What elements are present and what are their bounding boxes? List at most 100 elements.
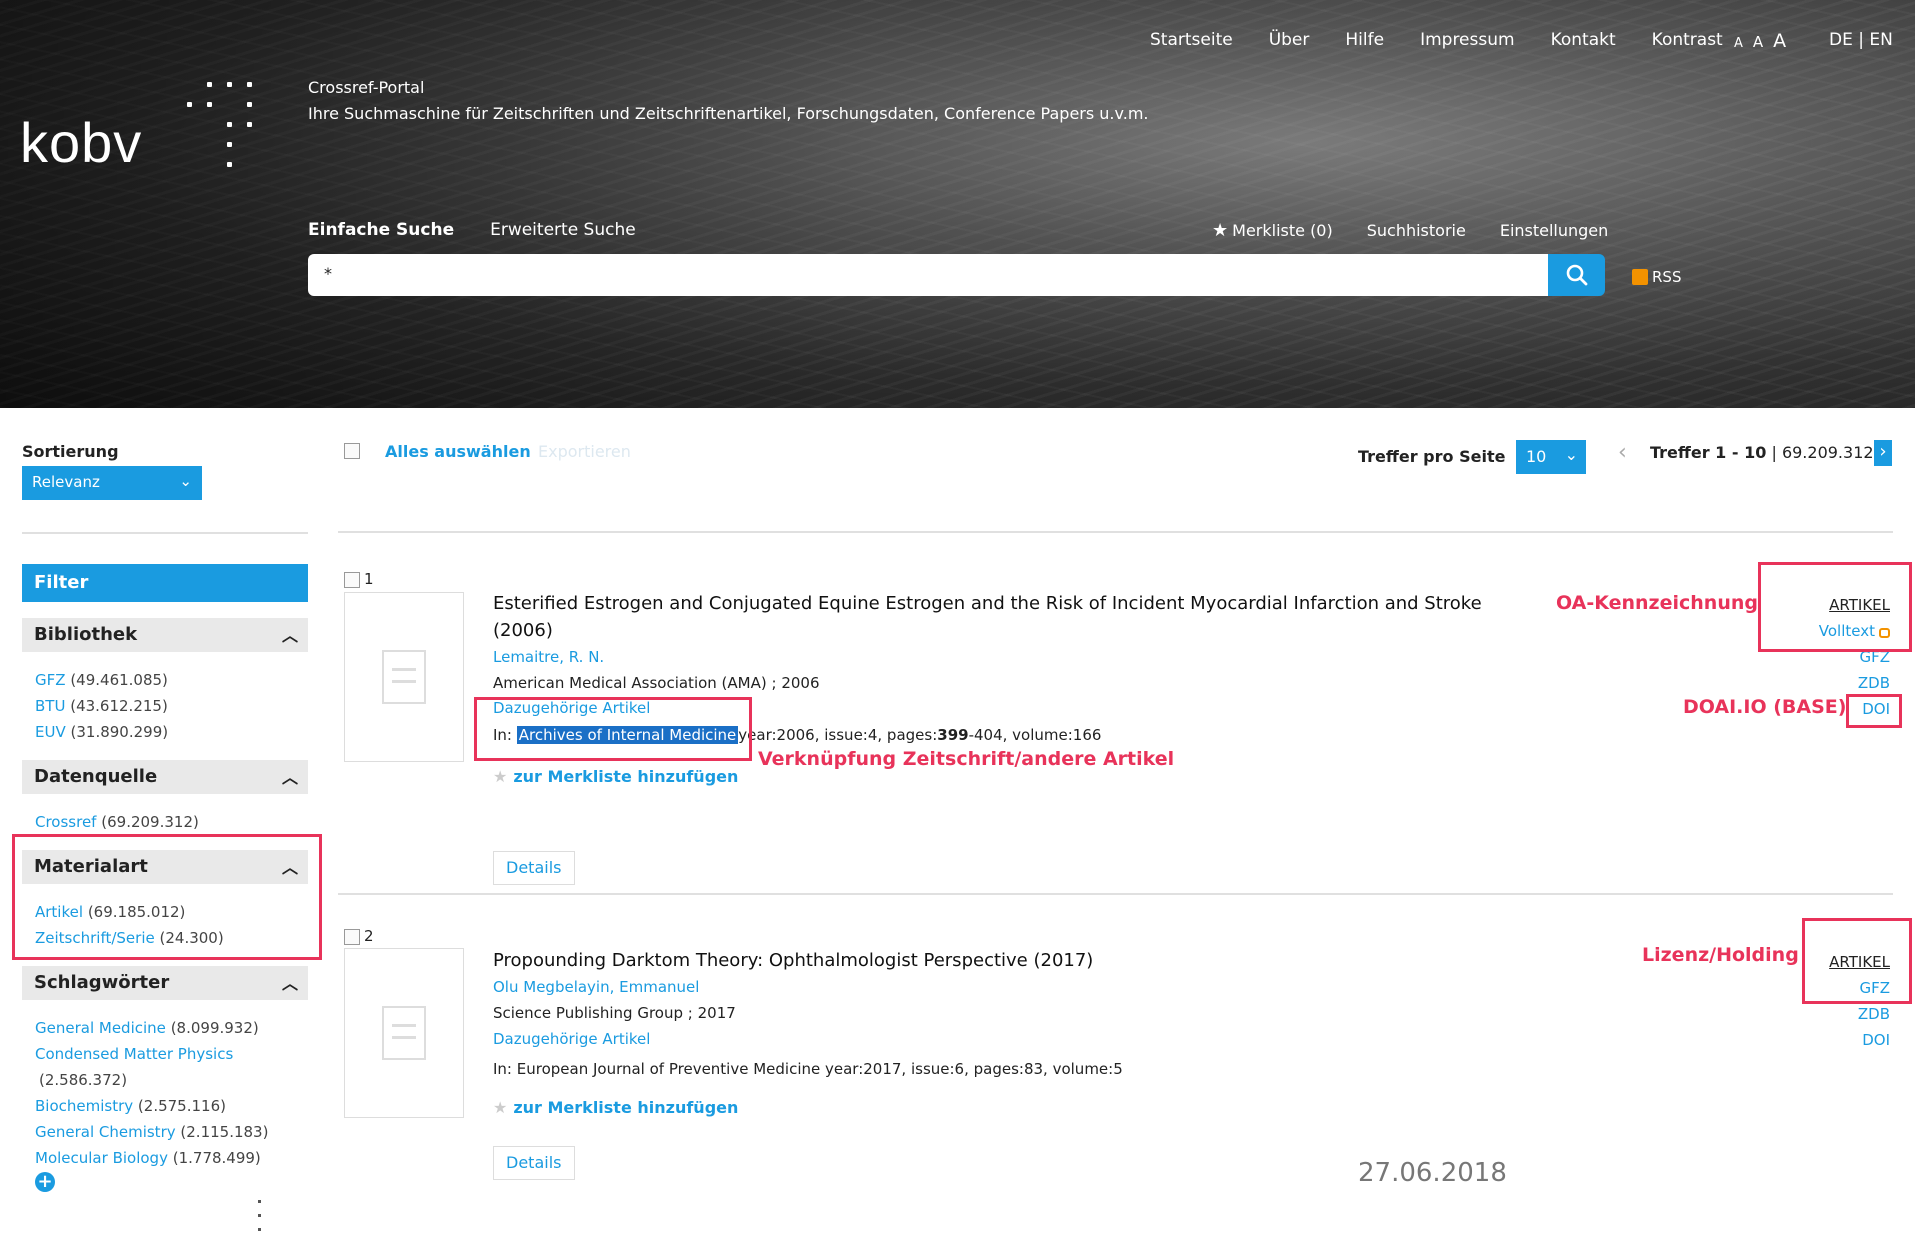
star-icon: ★ xyxy=(1212,220,1229,241)
result-range-text: Treffer 1 - 10 xyxy=(1650,443,1767,462)
nav-kontrast[interactable]: Kontrast xyxy=(1652,30,1723,50)
rss-icon xyxy=(1632,269,1648,285)
result-number: 1 xyxy=(364,570,374,588)
add-to-merkliste[interactable]: ★ zur Merkliste hinzufügen xyxy=(493,767,738,786)
facet-datenquelle-list: Crossref (69.209.312) xyxy=(35,809,199,835)
facet-item[interactable]: BTU (43.612.215) xyxy=(35,693,168,719)
annotation-box-journal xyxy=(474,697,752,761)
result-checkbox[interactable] xyxy=(344,572,360,588)
related-articles-link[interactable]: Dazugehörige Artikel xyxy=(493,1030,650,1048)
portal-subtitle: Ihre Suchmaschine für Zeitschriften und … xyxy=(308,104,1149,123)
filter-heading: Filter xyxy=(22,564,308,602)
font-size-small[interactable]: A xyxy=(1734,36,1743,51)
merkliste-link[interactable]: ★ Merkliste (0) xyxy=(1212,220,1333,241)
result-author[interactable]: Lemaitre, R. N. xyxy=(493,648,604,666)
rss-link[interactable]: RSS xyxy=(1632,268,1681,286)
star-icon: ★ xyxy=(493,1098,508,1117)
facet-schlagwoerter-header[interactable]: Schlagwörter ︿ xyxy=(22,966,308,1000)
facet-bibliothek-list: GFZ (49.461.085) BTU (43.612.215) EUV (3… xyxy=(35,667,168,745)
sort-value: Relevanz xyxy=(32,473,100,491)
details-button[interactable]: Details xyxy=(493,1146,575,1180)
search-button[interactable] xyxy=(1548,254,1605,296)
chevron-up-icon: ︿ xyxy=(281,626,298,645)
facet-datenquelle-header[interactable]: Datenquelle ︿ xyxy=(22,760,308,794)
facet-bibliothek-header[interactable]: Bibliothek ︿ xyxy=(22,618,308,652)
facet-item[interactable]: Biochemistry (2.575.116) xyxy=(35,1093,268,1119)
divider xyxy=(338,531,1893,533)
nav-ueber[interactable]: Über xyxy=(1269,30,1310,50)
select-all-link[interactable]: Alles auswählen xyxy=(385,442,531,461)
result-author[interactable]: Olu Megbelayin, Emmanuel xyxy=(493,978,699,996)
prev-page-icon[interactable]: ‹ xyxy=(1618,440,1627,465)
annotation-box-oa xyxy=(1758,562,1912,652)
facet-title: Schlagwörter xyxy=(34,972,170,993)
annotation-box-lizenz xyxy=(1802,918,1912,1004)
document-icon xyxy=(382,650,426,704)
font-size-controls: A A A xyxy=(1734,30,1786,52)
header-banner: Startseite Über Hilfe Impressum Kontakt … xyxy=(0,0,1915,408)
divider xyxy=(22,532,308,534)
nav-startseite[interactable]: Startseite xyxy=(1150,30,1233,50)
tab-einfache-suche[interactable]: Einfache Suche xyxy=(308,220,454,240)
add-to-merkliste[interactable]: ★ zur Merkliste hinzufügen xyxy=(493,1098,738,1117)
language-switch[interactable]: DE | EN xyxy=(1829,30,1893,50)
kobv-logo[interactable]: kobv xyxy=(20,110,142,175)
nav-kontakt[interactable]: Kontakt xyxy=(1551,30,1616,50)
result-total: 69.209.312 xyxy=(1781,443,1874,462)
facet-item[interactable]: Crossref (69.209.312) xyxy=(35,809,199,835)
chevron-down-icon: ⌄ xyxy=(179,472,192,490)
logo-dots-icon xyxy=(185,80,265,170)
facet-item[interactable]: General Medicine (8.099.932) xyxy=(35,1015,268,1041)
result-publisher: Science Publishing Group ; 2017 xyxy=(493,1004,736,1022)
annotation-box-materialart xyxy=(12,834,322,960)
chevron-up-icon: ︿ xyxy=(281,768,298,787)
nav-hilfe[interactable]: Hilfe xyxy=(1345,30,1384,50)
result-thumbnail xyxy=(344,948,464,1118)
zdb-link[interactable]: ZDB xyxy=(1780,670,1890,696)
result-checkbox[interactable] xyxy=(344,929,360,945)
select-all-checkbox[interactable] xyxy=(344,443,360,459)
sort-select[interactable]: Relevanz ⌄ xyxy=(22,466,202,500)
facet-item[interactable]: EUV (31.890.299) xyxy=(35,719,168,745)
facet-title: Datenquelle xyxy=(34,766,158,787)
facet-item[interactable]: Molecular Biology (1.778.499) xyxy=(35,1145,268,1171)
next-page-icon[interactable]: › xyxy=(1874,440,1892,466)
facet-item[interactable]: General Chemistry (2.115.183) xyxy=(35,1119,268,1145)
range-separator: | xyxy=(1771,443,1782,462)
annotation-label-oa: OA-Kennzeichnung xyxy=(1556,592,1758,614)
per-page-label: Treffer pro Seite xyxy=(1358,447,1506,466)
chevron-down-icon: ⌄ xyxy=(1564,445,1578,464)
per-page-value: 10 xyxy=(1526,447,1547,466)
portal-title: Crossref-Portal xyxy=(308,78,425,97)
search-icon xyxy=(1566,264,1587,286)
font-size-large[interactable]: A xyxy=(1773,30,1786,52)
facet-item[interactable]: Condensed Matter Physics xyxy=(35,1041,268,1067)
zdb-link[interactable]: ZDB xyxy=(1780,1001,1890,1027)
document-icon xyxy=(382,1006,426,1060)
suchhistorie-link[interactable]: Suchhistorie xyxy=(1367,221,1466,240)
facet-title: Bibliothek xyxy=(34,624,138,645)
facet-schlagwoerter-list: General Medicine (8.099.932) Condensed M… xyxy=(35,1015,268,1171)
doi-link[interactable]: DOI xyxy=(1780,1027,1890,1053)
nav-impressum[interactable]: Impressum xyxy=(1420,30,1515,50)
search-input[interactable]: * xyxy=(308,254,1548,296)
per-page-select[interactable]: 10 ⌄ xyxy=(1516,440,1586,474)
more-facets-plus-icon[interactable]: + xyxy=(35,1172,55,1192)
result-in-line: In: European Journal of Preventive Medic… xyxy=(493,1060,1123,1078)
merkliste-label: Merkliste (0) xyxy=(1232,221,1333,240)
export-link[interactable]: Exportieren xyxy=(538,442,631,461)
sort-label: Sortierung xyxy=(22,442,119,461)
star-icon: ★ xyxy=(493,767,508,786)
result-title[interactable]: Esterified Estrogen and Conjugated Equin… xyxy=(493,590,1482,644)
top-navigation: Startseite Über Hilfe Impressum Kontakt … xyxy=(1150,30,1723,50)
slide-dots-icon xyxy=(258,1200,264,1236)
tab-erweiterte-suche[interactable]: Erweiterte Suche xyxy=(490,220,636,240)
result-number: 2 xyxy=(364,927,374,945)
font-size-medium[interactable]: A xyxy=(1753,33,1763,51)
einstellungen-link[interactable]: Einstellungen xyxy=(1500,221,1608,240)
facet-item[interactable]: GFZ (49.461.085) xyxy=(35,667,168,693)
result-title[interactable]: Propounding Darktom Theory: Ophthalmolog… xyxy=(493,947,1093,974)
annotation-label-verknuepfung: Verknüpfung Zeitschrift/andere Artikel xyxy=(758,748,1175,770)
details-button[interactable]: Details xyxy=(493,851,575,885)
search-tabs: Einfache Suche Erweiterte Suche xyxy=(308,220,636,240)
